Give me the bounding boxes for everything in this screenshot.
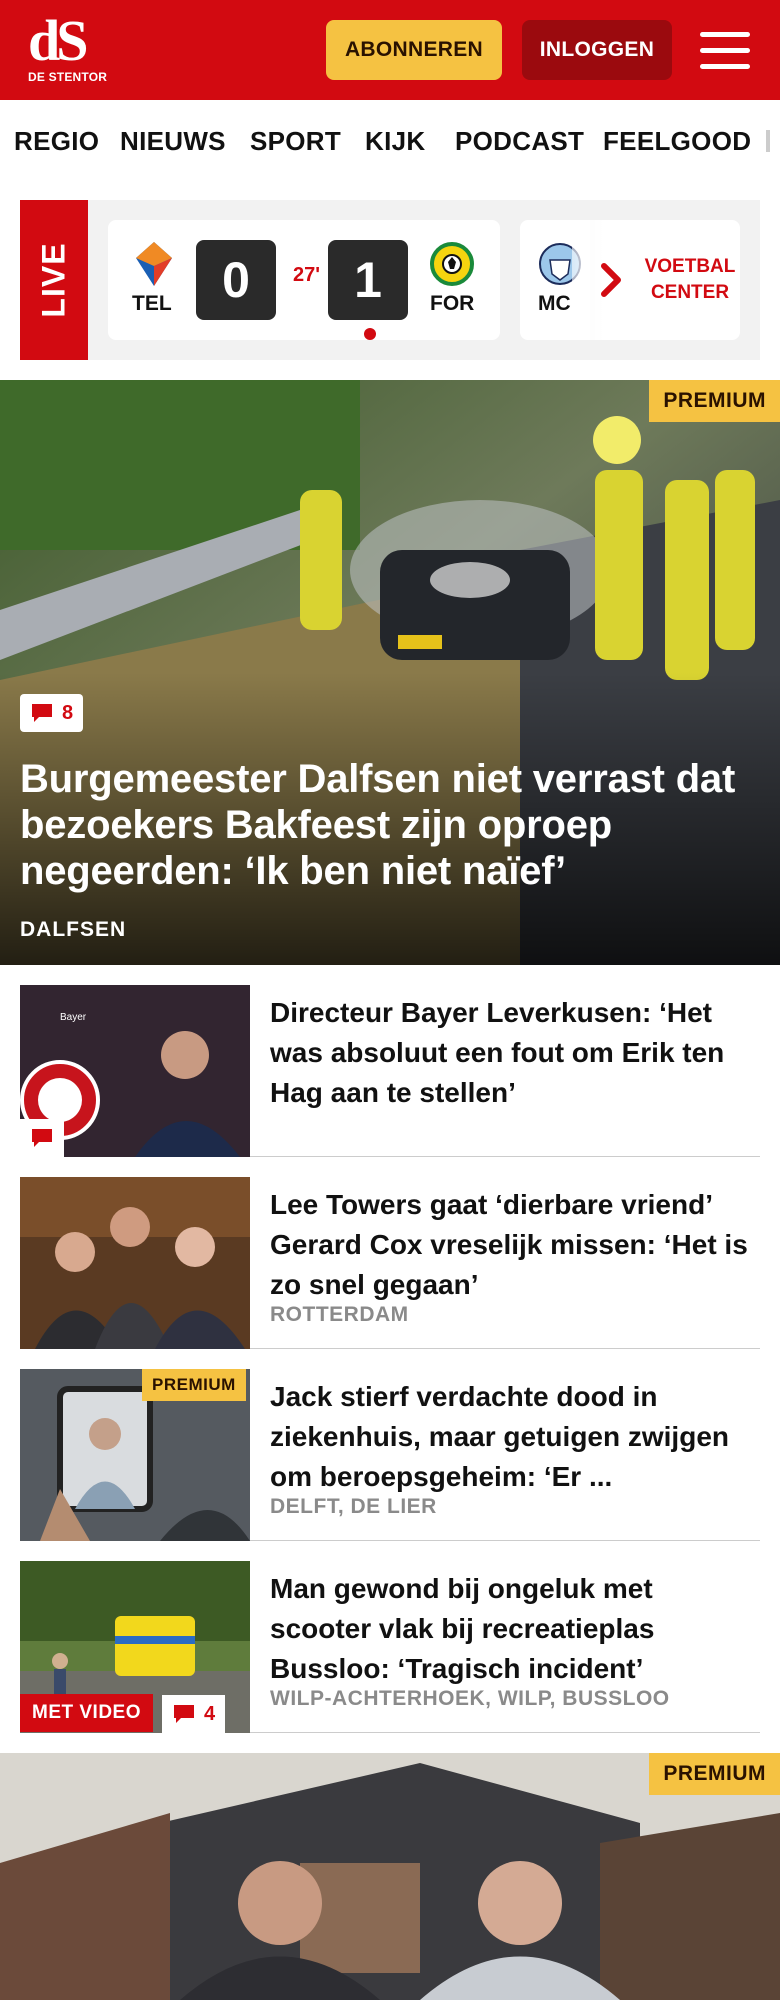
away-team-code: FOR (430, 292, 475, 315)
article-title[interactable]: Man gewond bij ongeluk met scooter vlak … (270, 1569, 750, 1689)
live-label: LIVE (20, 200, 88, 360)
comment-count-badge[interactable] (20, 1119, 64, 1157)
svg-text:Bayer: Bayer (60, 1012, 87, 1023)
chevron-right-icon[interactable] (592, 260, 632, 300)
subscribe-button[interactable]: ABONNEREN (326, 20, 502, 80)
hamburger-icon[interactable] (700, 28, 750, 72)
logo-subtitle: DE STENTOR (28, 70, 108, 84)
premium-badge: PREMIUM (649, 1753, 780, 1795)
comment-icon (32, 1129, 52, 1147)
home-score: 0 (196, 240, 276, 320)
voetbal-center-label-1: VOETBAL (644, 256, 736, 277)
video-badge: MET VIDEO (20, 1694, 154, 1732)
comment-count: 4 (204, 1702, 216, 1725)
article-item[interactable]: Lee Towers gaat ‘dierbare vriend’ Gerard… (20, 1177, 760, 1349)
article-title[interactable]: Directeur Bayer Leverkusen: ‘Het was abs… (270, 993, 750, 1113)
live-scores-bar: LIVE TEL 0 27' 1 FOR MC VOETBAL CENTER (20, 200, 760, 360)
article-item[interactable]: Bayer Directeur Bayer Leverkusen: ‘Het w… (20, 985, 760, 1157)
nav-item-podcast[interactable]: PODCAST (455, 126, 584, 157)
nav-item-nieuws[interactable]: NIEUWS (120, 126, 226, 157)
hero-title[interactable]: Burgemeester Dalfsen niet verrast dat be… (20, 756, 740, 894)
premium-badge: PREMIUM (142, 1369, 246, 1401)
voetbal-center-label-2: CENTER (650, 282, 730, 303)
home-team-code: TEL (132, 292, 172, 315)
live-dot-icon (364, 328, 376, 340)
logo-mark: dS (28, 8, 89, 73)
nav-item-kijk[interactable]: KIJK (365, 126, 425, 157)
comment-icon (174, 1705, 194, 1723)
article-title[interactable]: Jack stierf verdachte dood in ziekenhuis… (270, 1377, 750, 1497)
article-thumbnail (20, 1177, 250, 1349)
article-item[interactable]: MET VIDEO 4 Man gewond bij ongeluk met s… (20, 1561, 760, 1733)
telstar-crest-icon (136, 242, 172, 286)
next-team-code: MC (538, 292, 571, 315)
match-minute: 27' (293, 264, 321, 286)
nav-item-sport[interactable]: SPORT (250, 126, 341, 157)
nav-item-regio[interactable]: REGIO (14, 126, 99, 157)
section-nav: REGIO NIEUWS SPORT KIJK PODCAST FEELGOOD (0, 100, 780, 180)
nav-more-indicator (766, 130, 770, 152)
hero-location: DALFSEN (20, 918, 127, 941)
article-location: DELFT, DE LIER (270, 1495, 437, 1518)
second-hero-article[interactable]: PREMIUM (0, 1753, 780, 2000)
away-score: 1 (328, 240, 408, 320)
hero-article[interactable]: PREMIUM 8 Burgemeester Dalfsen niet verr… (0, 380, 780, 965)
comment-icon (32, 704, 52, 722)
site-logo[interactable]: dS DE STENTOR (28, 12, 118, 92)
nav-item-feelgood[interactable]: FEELGOOD (603, 126, 751, 157)
article-title[interactable]: Lee Towers gaat ‘dierbare vriend’ Gerard… (270, 1185, 750, 1305)
login-button[interactable]: INLOGGEN (522, 20, 672, 80)
fortuna-crest-icon (430, 242, 474, 286)
live-match-card[interactable]: TEL 0 27' 1 FOR (108, 220, 500, 340)
comment-count: 8 (62, 701, 74, 724)
voetbal-center-button[interactable]: VOETBAL CENTER (640, 220, 740, 340)
article-location: WILP-ACHTERHOEK, WILP, BUSSLOO (270, 1687, 670, 1710)
article-location: ROTTERDAM (270, 1303, 409, 1326)
comment-count-badge[interactable]: 8 (20, 694, 84, 732)
premium-badge: PREMIUM (649, 380, 780, 422)
article-item[interactable]: PREMIUM Jack stierf verdachte dood in zi… (20, 1369, 760, 1541)
comment-count-badge[interactable]: 4 (162, 1695, 226, 1733)
site-header: dS DE STENTOR ABONNEREN INLOGGEN (0, 0, 780, 100)
